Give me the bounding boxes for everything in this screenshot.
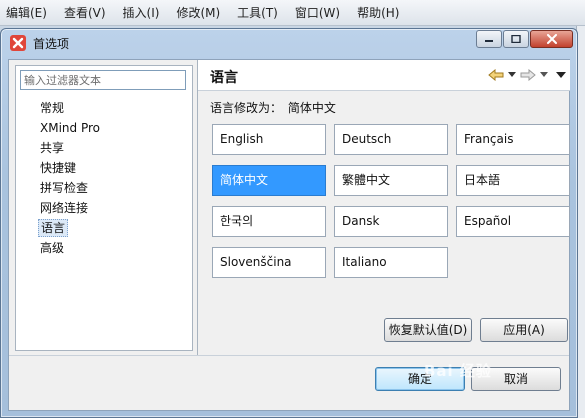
status-label: 语言修改为：	[210, 101, 283, 115]
restore-defaults-button[interactable]: 恢复默认值(D)	[384, 318, 472, 342]
xmind-app-icon	[10, 35, 26, 51]
language-dansk[interactable]: Dansk	[334, 206, 448, 237]
language-deutsch[interactable]: Deutsch	[334, 124, 448, 155]
language-simplified-chinese[interactable]: 简体中文	[212, 165, 326, 196]
menu-view[interactable]: 查看(V)	[64, 4, 106, 21]
chevron-down-icon	[508, 72, 516, 77]
menu-help[interactable]: 帮助(H)	[357, 4, 399, 21]
back-button[interactable]	[488, 69, 504, 81]
preferences-dialog: 首选项 常规 XMind Pro 共享 快捷键 拼写检查 网络连接 语言	[0, 28, 578, 418]
close-icon	[546, 34, 557, 44]
menu-window[interactable]: 窗口(W)	[295, 4, 340, 21]
language-espanol[interactable]: Español	[456, 206, 570, 237]
language-korean[interactable]: 한국의	[212, 206, 326, 237]
tree-item-language[interactable]: 语言	[38, 219, 69, 237]
menu-insert[interactable]: 插入(I)	[123, 4, 160, 21]
language-slovenscina[interactable]: Slovenščina	[212, 247, 326, 278]
close-button[interactable]	[530, 30, 573, 48]
view-menu-button[interactable]	[556, 71, 566, 79]
tree-item-xmind-pro[interactable]: XMind Pro	[38, 119, 102, 137]
preference-tree-pane: 常规 XMind Pro 共享 快捷键 拼写检查 网络连接 语言 高级	[15, 65, 193, 351]
apply-button[interactable]: 应用(A)	[480, 318, 568, 342]
window-controls	[475, 30, 573, 48]
back-menu-button[interactable]	[508, 72, 516, 78]
tree-item-spellcheck[interactable]: 拼写检查	[38, 179, 90, 197]
chevron-down-icon	[540, 72, 548, 77]
page-title: 语言	[210, 70, 238, 86]
back-arrow-icon	[488, 69, 504, 81]
maximize-button[interactable]	[503, 30, 529, 48]
preference-page: 语言 语言修改为： 简体中文 English Deutsch Français …	[197, 60, 570, 355]
page-header: 语言	[198, 60, 570, 91]
forward-arrow-icon	[520, 69, 536, 81]
view-menu-icon	[556, 71, 566, 78]
maximize-icon	[511, 35, 521, 43]
filter-input[interactable]	[20, 70, 186, 90]
language-traditional-chinese[interactable]: 繁體中文	[334, 165, 448, 196]
tree-item-shortcuts[interactable]: 快捷键	[38, 159, 78, 177]
status-value: 简体中文	[287, 101, 336, 115]
minimize-button[interactable]	[476, 30, 502, 48]
forward-menu-button[interactable]	[540, 72, 548, 78]
menu-tools[interactable]: 工具(T)	[237, 4, 278, 21]
page-navigation	[484, 69, 566, 81]
tree-item-network[interactable]: 网络连接	[38, 199, 90, 217]
menu-edit[interactable]: 编辑(E)	[6, 4, 47, 21]
minimize-icon	[485, 40, 493, 42]
app-menubar: 编辑(E) 查看(V) 插入(I) 修改(M) 工具(T) 窗口(W) 帮助(H…	[0, 0, 585, 26]
tree-item-general[interactable]: 常规	[38, 99, 66, 117]
dialog-separator	[9, 355, 569, 356]
dialog-titlebar: 首选项	[1, 29, 577, 56]
language-francais[interactable]: Français	[456, 124, 570, 155]
language-english[interactable]: English	[212, 124, 326, 155]
dialog-client-area: 常规 XMind Pro 共享 快捷键 拼写检查 网络连接 语言 高级 语言	[8, 59, 570, 411]
language-japanese[interactable]: 日本語	[456, 165, 570, 196]
tree-item-advanced[interactable]: 高级	[38, 239, 66, 257]
language-italiano[interactable]: Italiano	[334, 247, 448, 278]
tree-item-share[interactable]: 共享	[38, 139, 66, 157]
ok-button[interactable]: 确定	[375, 367, 465, 391]
dialog-title: 首选项	[33, 37, 70, 51]
forward-button[interactable]	[520, 69, 536, 81]
cancel-button[interactable]: 取消	[471, 367, 561, 391]
menu-modify[interactable]: 修改(M)	[176, 4, 220, 21]
language-status: 语言修改为： 简体中文	[210, 99, 336, 116]
